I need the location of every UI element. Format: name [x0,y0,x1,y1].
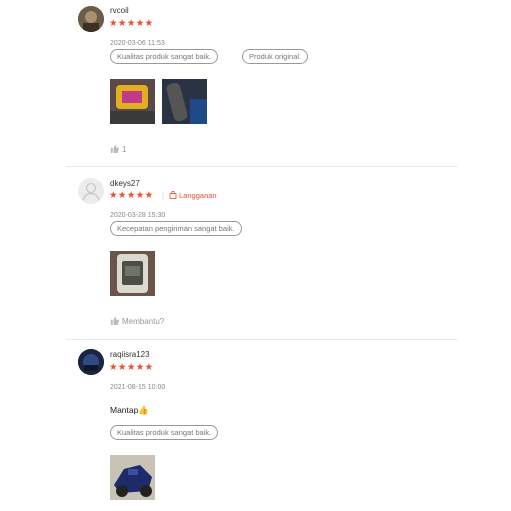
avatar[interactable] [78,6,104,32]
photo-image [110,251,155,296]
review-username[interactable]: raqiisra123 [110,350,150,359]
review-tag: Kualitas produk sangat baik. [110,49,219,64]
helpful-count: 1 [122,145,127,154]
review-item: raqiisra123 ★★★★★ 2021-08-15 10:00 Manta… [66,340,458,511]
photo-image [110,79,155,124]
subscription-label: Langganan [179,191,217,200]
review-tag: Produk original. [242,49,309,64]
review-date: 2021-08-15 10:00 [110,384,166,391]
review-photo[interactable] [162,79,207,124]
photo-image [110,455,155,500]
review-date: 2020-03-28 15:30 [110,212,166,219]
review-comment: Mantap👍 [110,405,149,415]
avatar-photo [78,349,104,375]
review-date: 2020-03-06 11:53 [110,40,165,47]
rating-stars: ★★★★★ [109,18,154,29]
rating-stars: ★★★★★ [109,190,154,201]
avatar[interactable] [78,349,104,375]
badge-separator: | [162,191,164,200]
default-avatar-icon [82,182,100,201]
bag-icon [169,190,177,200]
helpful-label: Membantu? [122,317,165,326]
review-photo[interactable] [110,455,155,500]
review-photo[interactable] [110,79,155,124]
review-username[interactable]: dkeys27 [110,179,140,188]
review-tag: Kecepatan pengiriman sangat baik. [110,221,242,236]
rating-stars: ★★★★★ [109,362,154,373]
subscription-badge: | Langganan [162,190,217,201]
review-item: dkeys27 ★★★★★ | Langganan 2020-03-28 15:… [66,167,458,337]
avatar[interactable] [78,178,104,204]
thumb-up-icon [110,144,119,155]
thumb-up-icon [110,316,119,327]
helpful-button[interactable]: Membantu? [110,316,164,327]
review-username[interactable]: rvcoil [110,6,129,15]
review-tag: Kualitas produk sangat baik. [110,425,219,440]
review-photo[interactable] [110,251,155,296]
helpful-button[interactable]: 1 [110,144,126,155]
review-item: rvcoil ★★★★★ 2020-03-06 11:53 Kualitas p… [66,0,458,165]
avatar-photo [78,6,104,32]
photo-image [162,79,207,124]
